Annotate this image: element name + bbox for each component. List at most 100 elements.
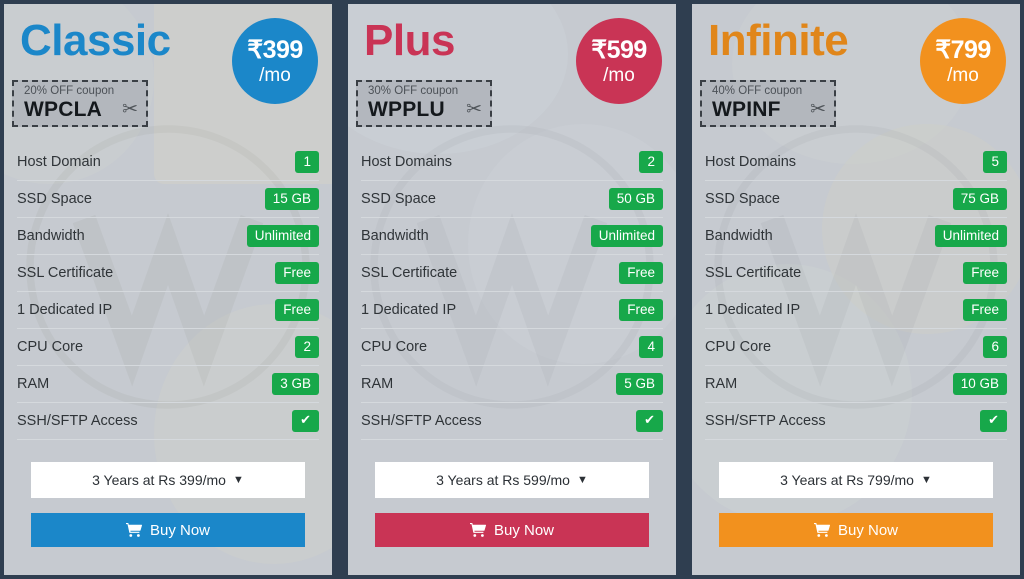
feature-value-badge: Free <box>619 261 663 285</box>
feature-label: CPU Core <box>361 339 428 355</box>
feature-value-check-icon: ✔ <box>636 410 663 432</box>
price-period: /mo <box>603 64 635 86</box>
billing-term-select[interactable]: 3 Years at Rs 799/mo ▼ <box>719 462 993 498</box>
billing-term-label: 3 Years at Rs 399/mo <box>92 472 226 488</box>
feature-row: RAM 3 GB <box>17 366 319 403</box>
buy-now-button[interactable]: Buy Now <box>31 513 305 547</box>
billing-term-label: 3 Years at Rs 799/mo <box>780 472 914 488</box>
feature-value-badge: Free <box>963 298 1007 322</box>
feature-label: RAM <box>705 376 738 392</box>
feature-value-badge: 4 <box>639 335 663 359</box>
feature-label: SSH/SFTP Access <box>17 413 138 429</box>
chevron-down-icon: ▼ <box>576 473 588 486</box>
feature-row: SSL Certificate Free <box>705 255 1007 292</box>
scissors-icon: ✂ <box>466 99 483 121</box>
coupon-discount-label: 40% OFF coupon <box>712 85 803 97</box>
buy-now-label: Buy Now <box>493 521 555 539</box>
feature-label: CPU Core <box>17 339 84 355</box>
feature-label: RAM <box>361 376 394 392</box>
feature-row: RAM 10 GB <box>705 366 1007 403</box>
feature-label: 1 Dedicated IP <box>17 302 113 318</box>
coupon-discount-label: 20% OFF coupon <box>24 85 115 97</box>
feature-row: Bandwidth Unlimited <box>361 218 663 255</box>
feature-label: SSL Certificate <box>17 265 114 281</box>
feature-label: 1 Dedicated IP <box>361 302 457 318</box>
feature-row: SSL Certificate Free <box>17 255 319 292</box>
feature-label: SSD Space <box>361 191 436 207</box>
coupon-code: WPINF <box>712 98 781 122</box>
feature-label: 1 Dedicated IP <box>705 302 801 318</box>
chevron-down-icon: ▼ <box>920 473 932 486</box>
pricing-card-plus: Plus ₹599 /mo 30% OFF coupon WPPLU ✂ Hos… <box>348 4 676 575</box>
feature-row: 1 Dedicated IP Free <box>705 292 1007 329</box>
pricing-table: Classic ₹399 /mo 20% OFF coupon WPCLA ✂ … <box>0 0 1024 579</box>
feature-row: SSL Certificate Free <box>361 255 663 292</box>
feature-value-badge: 3 GB <box>272 372 319 396</box>
price-amount: ₹399 <box>247 35 303 64</box>
feature-row: SSD Space 75 GB <box>705 181 1007 218</box>
price-badge: ₹599 /mo <box>576 18 662 104</box>
coupon-code: WPPLU <box>368 98 445 122</box>
coupon-box[interactable]: 40% OFF coupon WPINF ✂ <box>700 80 837 128</box>
feature-value-badge: Unlimited <box>934 224 1007 248</box>
card-footer: 3 Years at Rs 399/mo ▼ Buy Now <box>4 450 332 575</box>
coupon-box[interactable]: 20% OFF coupon WPCLA ✂ <box>12 80 149 128</box>
chevron-down-icon: ▼ <box>232 473 244 486</box>
feature-value-badge: 10 GB <box>952 372 1007 396</box>
card-footer: 3 Years at Rs 799/mo ▼ Buy Now <box>692 450 1020 575</box>
price-badge: ₹399 /mo <box>232 18 318 104</box>
pricing-card-infinite: Infinite ₹799 /mo 40% OFF coupon WPINF ✂… <box>692 4 1020 575</box>
billing-term-label: 3 Years at Rs 599/mo <box>436 472 570 488</box>
billing-term-select[interactable]: 3 Years at Rs 399/mo ▼ <box>31 462 305 498</box>
feature-label: Bandwidth <box>17 228 85 244</box>
feature-row: RAM 5 GB <box>361 366 663 403</box>
price-amount: ₹599 <box>591 35 647 64</box>
feature-row: Host Domain 1 <box>17 144 319 181</box>
feature-value-badge: 2 <box>295 335 319 359</box>
feature-row: SSD Space 50 GB <box>361 181 663 218</box>
feature-value-badge: Free <box>619 298 663 322</box>
feature-row: CPU Core 2 <box>17 329 319 366</box>
billing-term-select[interactable]: 3 Years at Rs 599/mo ▼ <box>375 462 649 498</box>
price-period: /mo <box>259 64 291 86</box>
feature-value-check-icon: ✔ <box>980 410 1007 432</box>
card-header: Infinite ₹799 /mo 40% OFF coupon WPINF ✂ <box>692 4 1020 144</box>
feature-row: Bandwidth Unlimited <box>705 218 1007 255</box>
scissors-icon: ✂ <box>122 99 139 121</box>
feature-label: SSL Certificate <box>361 265 458 281</box>
feature-value-badge: 5 <box>983 150 1007 174</box>
feature-value-badge: 50 GB <box>608 187 663 211</box>
coupon-discount-label: 30% OFF coupon <box>368 85 459 97</box>
feature-label: SSD Space <box>705 191 780 207</box>
buy-now-button[interactable]: Buy Now <box>375 513 649 547</box>
feature-row: Host Domains 2 <box>361 144 663 181</box>
shopping-cart-icon <box>813 523 830 537</box>
feature-row: 1 Dedicated IP Free <box>361 292 663 329</box>
feature-value-badge: Free <box>275 298 319 322</box>
feature-label: Host Domain <box>17 154 101 170</box>
feature-value-badge: 75 GB <box>952 187 1007 211</box>
price-period: /mo <box>947 64 979 86</box>
shopping-cart-icon <box>469 523 486 537</box>
shopping-cart-icon <box>125 523 142 537</box>
feature-label: SSL Certificate <box>705 265 802 281</box>
feature-value-badge: Unlimited <box>590 224 663 248</box>
feature-label: SSD Space <box>17 191 92 207</box>
feature-value-badge: 6 <box>983 335 1007 359</box>
card-header: Classic ₹399 /mo 20% OFF coupon WPCLA ✂ <box>4 4 332 144</box>
feature-value-badge: 2 <box>639 150 663 174</box>
feature-label: Bandwidth <box>705 228 773 244</box>
feature-list: Host Domains 5 SSD Space 75 GB Bandwidth… <box>692 144 1020 440</box>
pricing-card-classic: Classic ₹399 /mo 20% OFF coupon WPCLA ✂ … <box>4 4 332 575</box>
feature-value-badge: Free <box>963 261 1007 285</box>
buy-now-button[interactable]: Buy Now <box>719 513 993 547</box>
feature-row: CPU Core 4 <box>361 329 663 366</box>
feature-row: SSH/SFTP Access ✔ <box>361 403 663 440</box>
card-footer: 3 Years at Rs 599/mo ▼ Buy Now <box>348 450 676 575</box>
feature-list: Host Domain 1 SSD Space 15 GB Bandwidth … <box>4 144 332 440</box>
feature-value-badge: Unlimited <box>246 224 319 248</box>
coupon-box[interactable]: 30% OFF coupon WPPLU ✂ <box>356 80 493 128</box>
feature-label: Bandwidth <box>361 228 429 244</box>
feature-value-badge: 5 GB <box>616 372 663 396</box>
coupon-code: WPCLA <box>24 98 102 122</box>
